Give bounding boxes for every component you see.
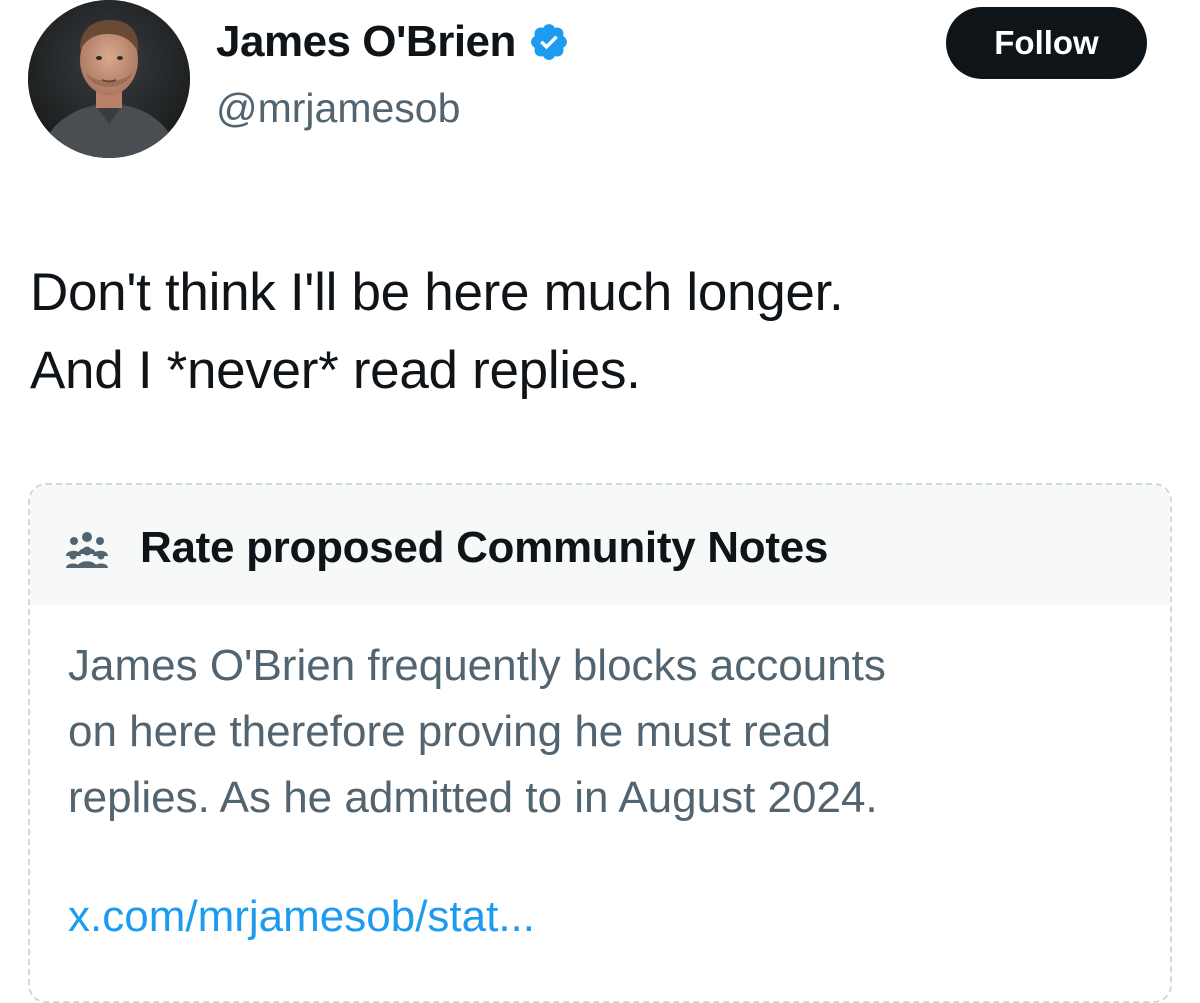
follow-button[interactable]: Follow xyxy=(946,7,1147,79)
verified-badge-icon[interactable] xyxy=(528,21,570,63)
people-icon xyxy=(64,528,110,568)
avatar[interactable] xyxy=(28,0,190,158)
community-notes-card[interactable]: Rate proposed Community Notes James O'Br… xyxy=(28,483,1172,1003)
post-text-line: Don't think I'll be here much longer. xyxy=(30,263,844,322)
community-note-source-link[interactable]: x.com/mrjamesob/stat... xyxy=(68,895,535,939)
community-note-line: James O'Brien frequently blocks accounts xyxy=(68,641,886,690)
community-note-line: on here therefore proving he must read xyxy=(68,707,832,756)
name-row: James O'Brien xyxy=(216,10,570,74)
community-note-line: replies. As he admitted to in August 202… xyxy=(68,773,878,822)
avatar-photo xyxy=(28,0,190,158)
post-text: Don't think I'll be here much longer. An… xyxy=(30,254,1150,410)
community-note-text: James O'Brien frequently blocks accounts… xyxy=(68,633,1148,831)
post-text-line: And I *never* read replies. xyxy=(30,341,641,400)
handle[interactable]: @mrjamesob xyxy=(216,88,460,129)
community-notes-title: Rate proposed Community Notes xyxy=(140,523,829,572)
community-notes-header[interactable]: Rate proposed Community Notes xyxy=(30,485,1170,605)
display-name[interactable]: James O'Brien xyxy=(216,20,516,64)
